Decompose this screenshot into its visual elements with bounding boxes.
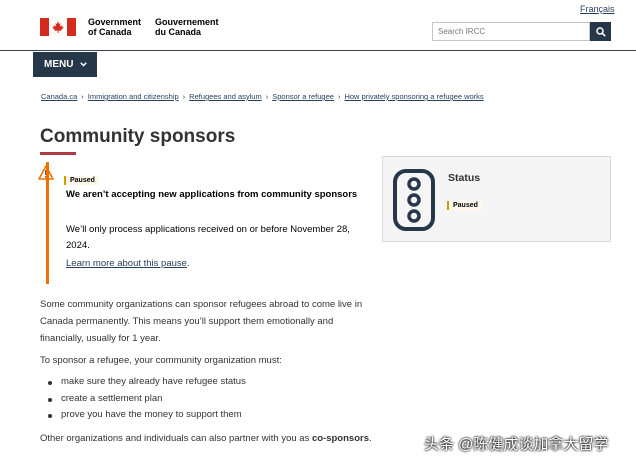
pause-alert: Paused We aren’t accepting new applicati… xyxy=(46,162,372,284)
breadcrumb: Canada.ca › Immigration and citizenship … xyxy=(41,92,484,101)
alert-body: We’ll only process applications received… xyxy=(66,224,350,251)
list-item: create a settlement plan xyxy=(48,391,246,408)
government-signature[interactable]: Government of Canada Gouvernement du Can… xyxy=(40,14,219,40)
list-item: prove you have the money to support them xyxy=(48,407,246,424)
alert-heading: We aren’t accepting new applications fro… xyxy=(66,189,358,200)
status-card: Status Paused xyxy=(382,156,611,242)
breadcrumb-separator: › xyxy=(182,92,186,101)
breadcrumb-canada[interactable]: Canada.ca xyxy=(41,92,77,101)
traffic-light-icon xyxy=(392,168,436,237)
requirements-intro: To sponsor a refugee, your community org… xyxy=(40,355,282,366)
canada-flag-icon xyxy=(40,18,76,36)
breadcrumb-refugees[interactable]: Refugees and asylum xyxy=(189,92,262,101)
requirements-list: make sure they already have refugee stat… xyxy=(48,374,246,424)
signature-french: Gouvernement du Canada xyxy=(155,17,219,37)
list-item: make sure they already have refugee stat… xyxy=(48,374,246,391)
breadcrumb-separator: › xyxy=(265,92,269,101)
search-input[interactable]: Search IRCC xyxy=(432,22,590,41)
breadcrumb-sponsor[interactable]: Sponsor a refugee xyxy=(272,92,334,101)
status-badge: Paused xyxy=(447,201,482,210)
breadcrumb-immigration[interactable]: Immigration and citizenship xyxy=(88,92,179,101)
title-underline xyxy=(40,152,76,155)
status-title: Status xyxy=(448,172,481,184)
menu-label: MENU xyxy=(44,59,74,70)
breadcrumb-how-it-works[interactable]: How privately sponsoring a refugee works xyxy=(344,92,483,101)
breadcrumb-separator: › xyxy=(337,92,341,101)
chevron-down-icon xyxy=(80,62,88,67)
search-icon xyxy=(595,26,606,37)
intro-paragraph: Some community organizations can sponsor… xyxy=(40,299,363,344)
status-badge: Paused xyxy=(64,176,99,185)
header-divider xyxy=(0,50,636,51)
breadcrumb-separator: › xyxy=(81,92,84,101)
co-sponsors-paragraph: Other organizations and individuals can … xyxy=(40,433,372,444)
co-sponsors-term: co-sponsors xyxy=(311,433,369,444)
watermark-text: 头条 @陈健成谈加拿大留学 xyxy=(424,436,609,453)
alert-link-line: Learn more about this pause. xyxy=(66,258,190,269)
signature-english: Government of Canada xyxy=(88,17,142,37)
menu-button[interactable]: MENU xyxy=(33,52,97,77)
language-toggle-link[interactable]: Français xyxy=(580,4,615,14)
learn-more-link[interactable]: Learn more about this pause xyxy=(66,258,187,269)
page-title: Community sponsors xyxy=(40,126,236,147)
search-button[interactable] xyxy=(590,22,611,41)
